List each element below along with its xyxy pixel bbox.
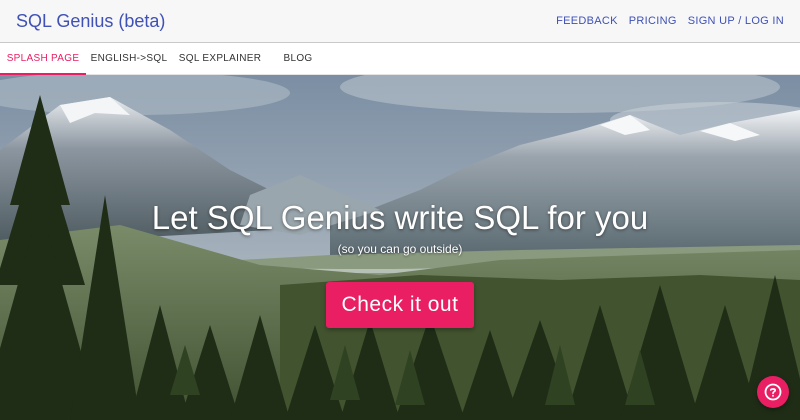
tab-english-to-sql[interactable]: ENGLISH->SQL <box>86 43 172 74</box>
tab-blog[interactable]: BLOG <box>268 43 328 74</box>
top-nav: FEEDBACK PRICING SIGN UP / LOG IN <box>556 15 784 27</box>
check-it-out-button[interactable]: Check it out <box>326 282 474 328</box>
tab-splash-page[interactable]: SPLASH PAGE <box>0 43 86 75</box>
nav-feedback-link[interactable]: FEEDBACK <box>556 15 618 27</box>
nav-signup-login-link[interactable]: SIGN UP / LOG IN <box>688 15 784 27</box>
hero-headline: Let SQL Genius write SQL for you <box>151 199 649 236</box>
nav-pricing-link[interactable]: PRICING <box>629 15 677 27</box>
help-button[interactable] <box>757 376 789 408</box>
tab-bar: SPLASH PAGE ENGLISH->SQL SQL EXPLAINER B… <box>0 43 800 75</box>
help-icon <box>764 383 782 401</box>
brand-title[interactable]: SQL Genius (beta) <box>16 11 165 32</box>
tab-sql-explainer[interactable]: SQL EXPLAINER <box>172 43 268 74</box>
app-bar: SQL Genius (beta) FEEDBACK PRICING SIGN … <box>0 0 800 43</box>
hero-subline: (so you can go outside) <box>337 242 463 256</box>
hero-section: Let SQL Genius write SQL for you (so you… <box>0 75 800 420</box>
